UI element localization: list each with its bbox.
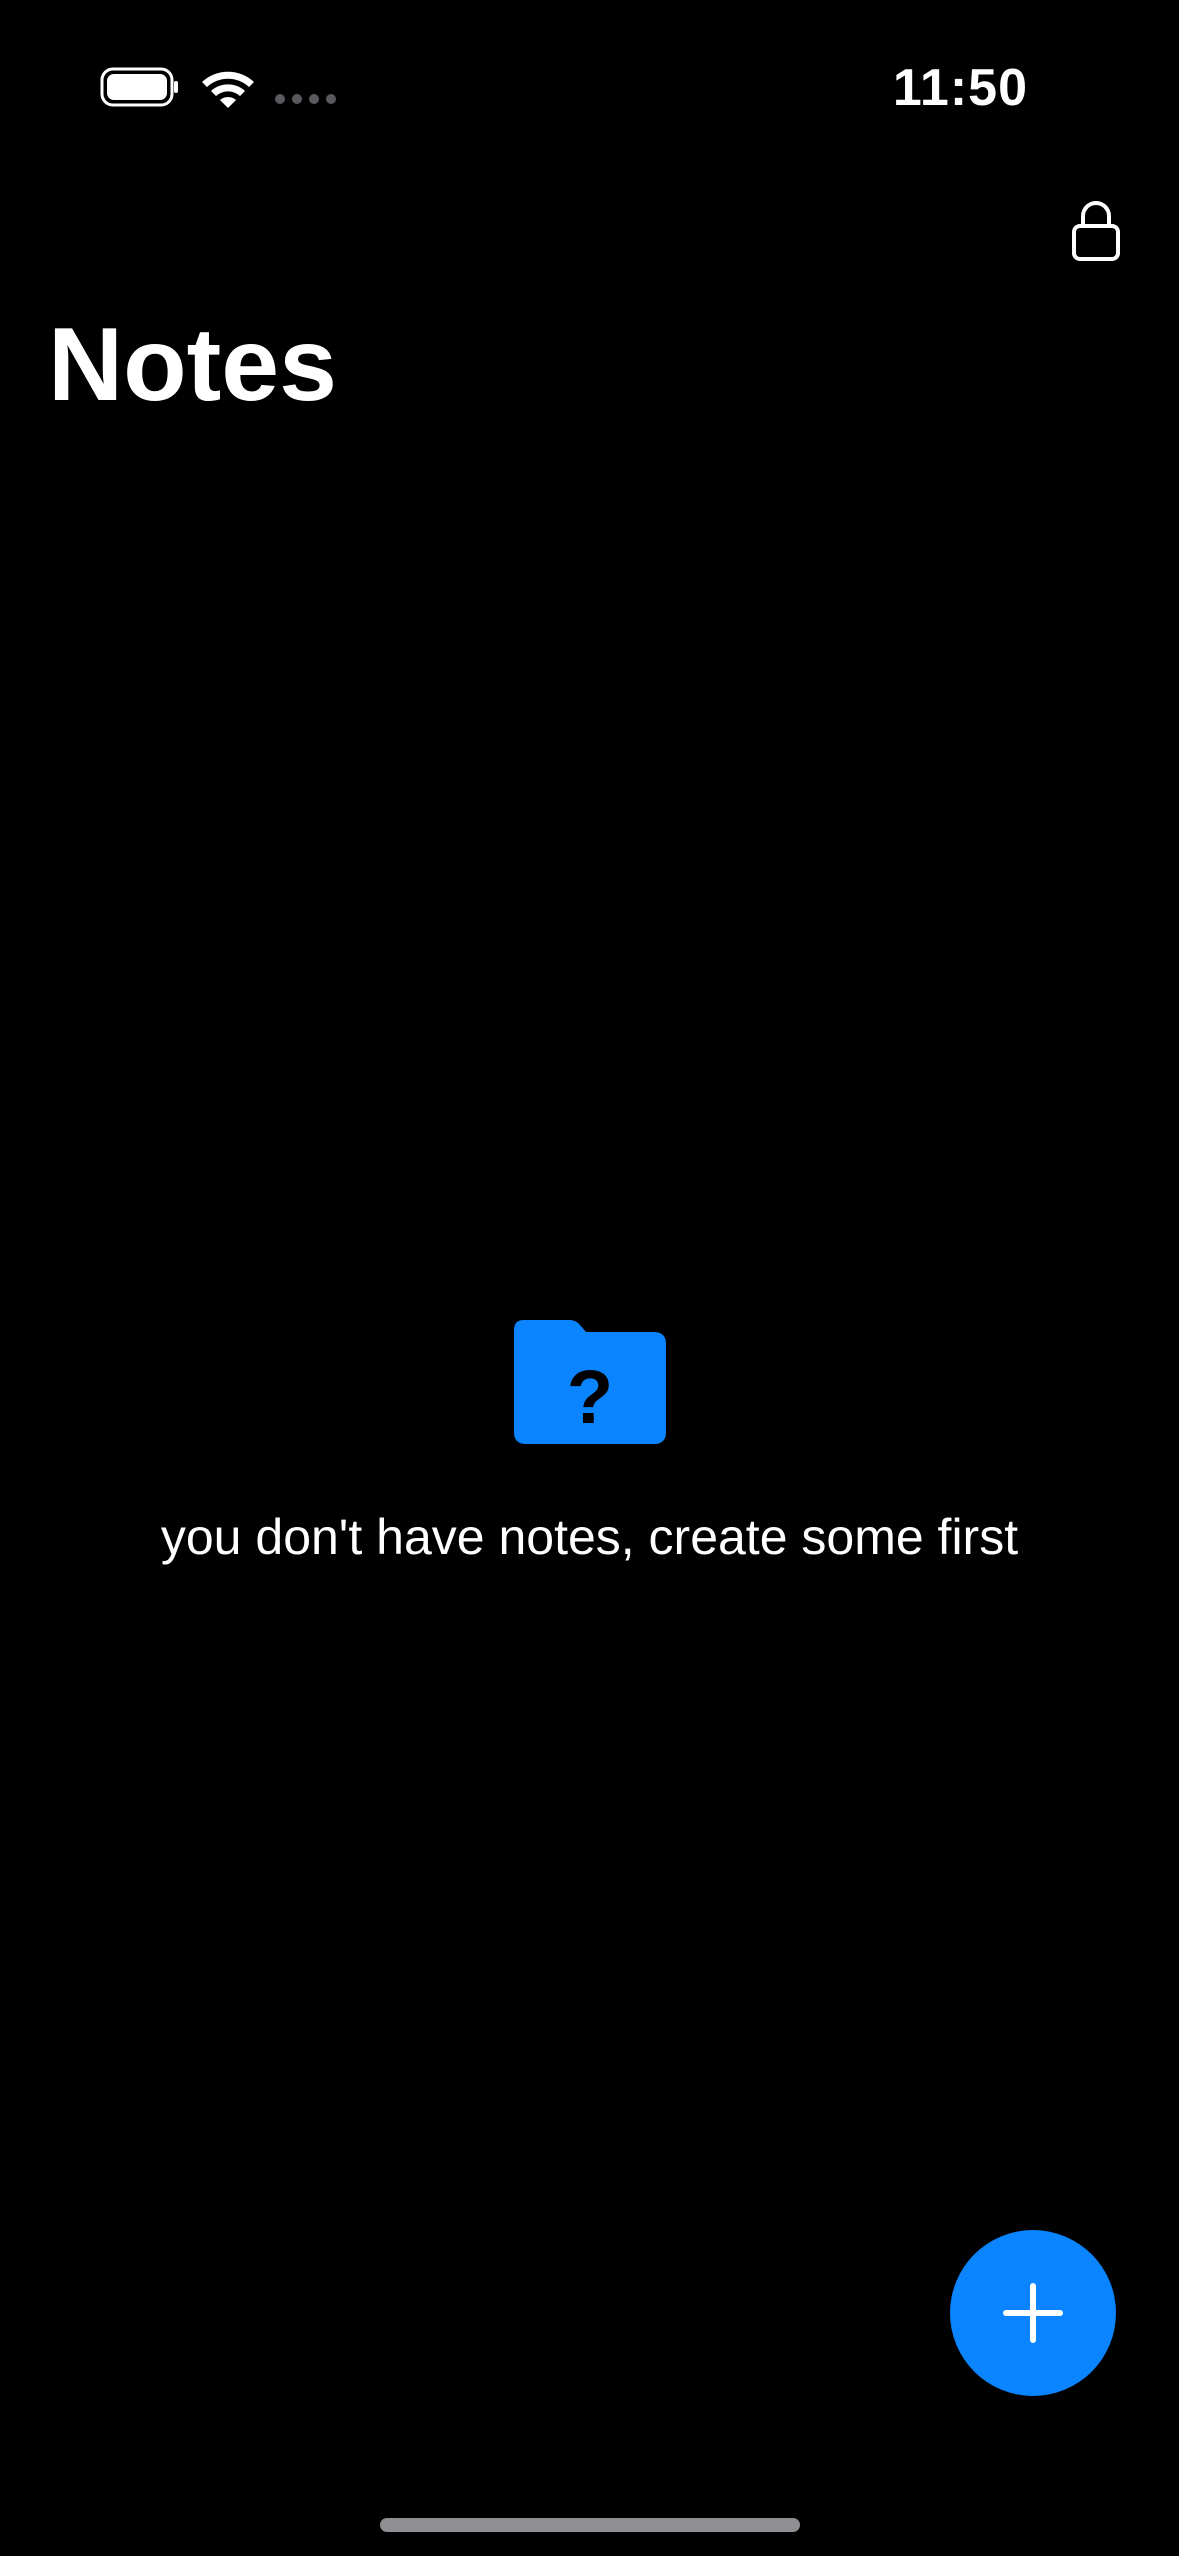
plus-icon <box>1003 2283 1063 2343</box>
battery-icon <box>100 67 178 107</box>
svg-text:?: ? <box>566 1355 612 1440</box>
folder-question-icon: ? <box>513 1320 666 1444</box>
add-note-button[interactable] <box>950 2230 1116 2396</box>
lock-icon <box>1072 201 1120 261</box>
empty-state: ? you don't have notes, create some firs… <box>0 1320 1179 1568</box>
lock-button[interactable] <box>1060 190 1132 270</box>
home-indicator[interactable] <box>380 2518 800 2532</box>
status-bar: 11:50 <box>0 0 1179 180</box>
cellular-dots-icon <box>275 94 336 104</box>
empty-message: you don't have notes, create some first <box>160 1509 1019 1565</box>
wifi-icon <box>202 71 254 108</box>
status-time: 11:50 <box>892 59 1028 117</box>
page-title: Notes <box>48 307 337 423</box>
